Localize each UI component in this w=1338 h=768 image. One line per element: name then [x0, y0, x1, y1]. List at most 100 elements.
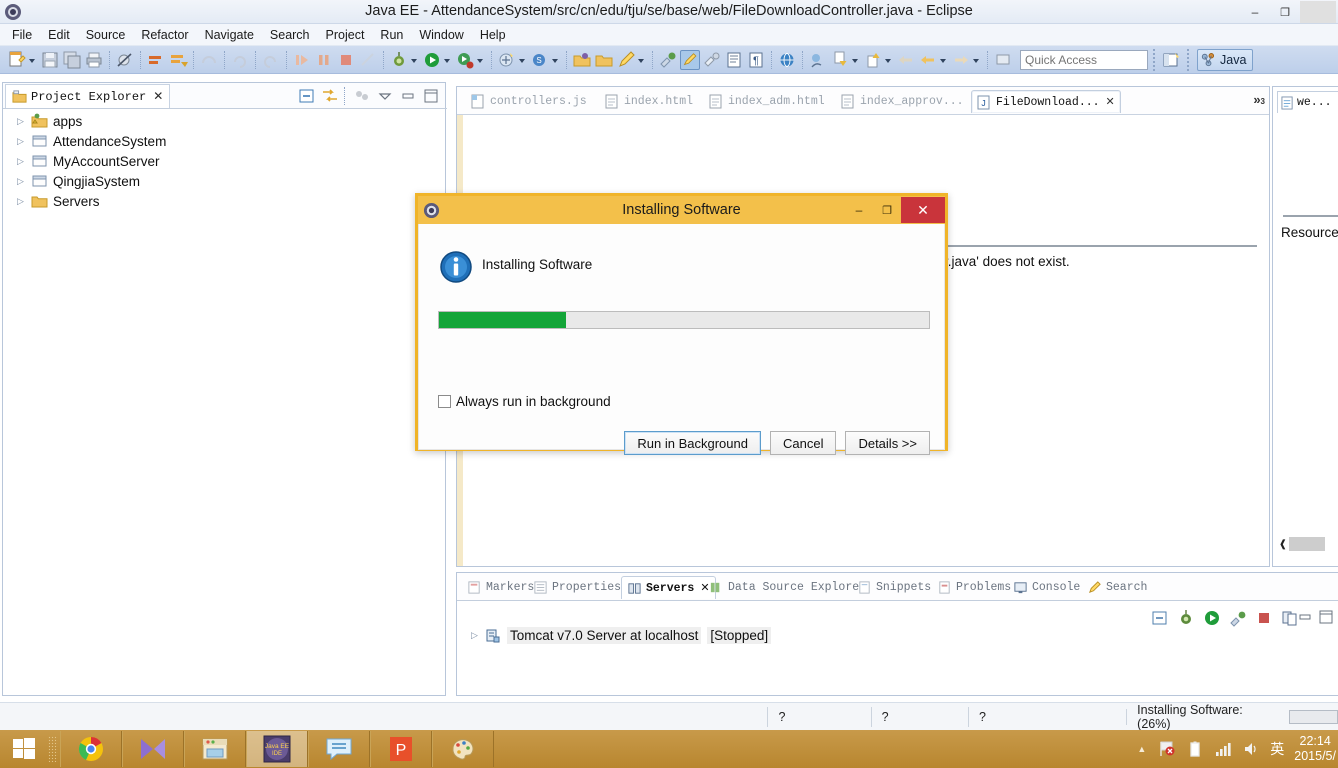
editor-tab-index-html[interactable]: index.html — [605, 90, 693, 113]
menu-item-edit[interactable]: Edit — [40, 26, 78, 44]
new-wizard-dropdown-icon[interactable] — [28, 50, 37, 70]
volume-icon[interactable] — [1240, 738, 1262, 760]
forward-dropdown-icon[interactable] — [972, 50, 981, 70]
back-icon[interactable] — [896, 50, 916, 70]
chevron-right-icon[interactable]: ▷ — [471, 630, 485, 641]
editor-tab-filedownloadcontroller-java[interactable]: J FileDownload... ✕ — [971, 90, 1121, 113]
link-with-editor-icon[interactable] — [320, 86, 340, 105]
step-over-icon[interactable] — [199, 50, 219, 70]
new-wizard-icon[interactable] — [7, 50, 27, 70]
next-edit-icon[interactable] — [863, 50, 883, 70]
taskbar-chrome-icon[interactable] — [60, 731, 122, 767]
new-class-icon[interactable]: S — [530, 50, 550, 70]
profile-server-icon[interactable] — [1228, 609, 1248, 627]
tab-markers[interactable]: Markers — [467, 576, 534, 599]
chevron-right-icon[interactable]: ▷ — [17, 116, 31, 127]
windows-start-icon[interactable] — [0, 730, 48, 768]
collapse-all-icon[interactable] — [1150, 609, 1170, 627]
disconnect-icon[interactable] — [358, 50, 378, 70]
security-flag-icon[interactable] — [1156, 738, 1178, 760]
open-web-browser-icon[interactable] — [777, 50, 797, 70]
checkbox[interactable] — [438, 395, 451, 408]
battery-icon[interactable] — [1184, 738, 1206, 760]
resume-icon[interactable] — [292, 50, 312, 70]
show-source-icon[interactable] — [724, 50, 744, 70]
new-java-project-icon[interactable] — [497, 50, 517, 70]
tree-item-qingjiasystem[interactable]: ▷ QingjiaSystem — [3, 171, 445, 191]
tree-item-attendancesystem[interactable]: ▷ AttendanceSystem — [3, 131, 445, 151]
menu-item-navigate[interactable]: Navigate — [197, 26, 262, 44]
print-icon[interactable] — [84, 50, 104, 70]
tree-item-myaccountserver[interactable]: ▷ MyAccountServer — [3, 151, 445, 171]
scroll-left-icon[interactable]: ❰ — [1277, 539, 1289, 550]
close-icon[interactable]: ✕ — [1106, 95, 1115, 109]
run-as-server-dropdown-icon[interactable] — [476, 50, 485, 70]
previous-edit-dropdown-icon[interactable] — [851, 50, 860, 70]
dialog-minimize-button[interactable]: – — [845, 196, 873, 224]
tab-data-source-explorer[interactable]: Data Source Explorer — [709, 576, 866, 599]
taskbar-grip[interactable] — [48, 736, 58, 762]
debug-dropdown-icon[interactable] — [410, 50, 419, 70]
horizontal-scrollbar[interactable]: ❰ — [1277, 536, 1337, 552]
chevron-right-icon[interactable]: ▷ — [17, 196, 31, 207]
taskbar-eclipse-javaee-icon[interactable]: Java EE IDE — [246, 731, 308, 767]
menu-item-search[interactable]: Search — [262, 26, 318, 44]
debug-server-icon[interactable] — [1176, 609, 1196, 627]
details-button[interactable]: Details >> — [845, 431, 930, 455]
taskbar-media-player-icon[interactable] — [122, 731, 184, 767]
search-dropdown-icon[interactable] — [637, 50, 646, 70]
window-close-button[interactable] — [1300, 1, 1336, 23]
search-icon[interactable] — [616, 50, 636, 70]
tab-snippets[interactable]: Snippets — [857, 576, 931, 599]
quick-access-input[interactable] — [1020, 49, 1148, 70]
menu-item-window[interactable]: Window — [411, 26, 471, 44]
open-type-icon[interactable] — [572, 50, 592, 70]
taskbar-paint-icon[interactable] — [432, 731, 494, 767]
status-progress-bar[interactable] — [1288, 709, 1338, 724]
network-icon[interactable] — [1212, 738, 1234, 760]
editor-tab-overflow-button[interactable]: »3 — [1253, 92, 1265, 107]
menu-item-file[interactable]: File — [4, 26, 40, 44]
pin-editor-icon[interactable] — [993, 50, 1013, 70]
run-as-server-icon[interactable] — [455, 50, 475, 70]
tab-project-explorer[interactable]: Project Explorer ✕ — [5, 84, 171, 108]
link-with-editor-icon[interactable] — [658, 50, 678, 70]
start-server-icon[interactable] — [1202, 609, 1222, 627]
editor-tab-controllers-js[interactable]: controllers.js — [471, 90, 587, 113]
stop-server-icon[interactable] — [1254, 609, 1274, 627]
new-class-dropdown-icon[interactable] — [551, 50, 560, 70]
minimize-icon[interactable] — [398, 86, 418, 105]
taskbar-wps-presentation-icon[interactable]: P — [370, 731, 432, 767]
undo-icon[interactable] — [230, 50, 250, 70]
back-history-icon[interactable] — [918, 50, 938, 70]
tab-web-xml[interactable]: we... ✕ — [1277, 91, 1338, 113]
suspend-icon[interactable] — [314, 50, 334, 70]
dialog-close-button[interactable]: ✕ — [901, 197, 945, 223]
pilcrow-icon[interactable]: ¶ — [746, 50, 766, 70]
view-menu-icon[interactable] — [375, 86, 395, 105]
menu-item-source[interactable]: Source — [78, 26, 134, 44]
show-whitespace-icon[interactable] — [680, 49, 700, 70]
taskbar-file-explorer-icon[interactable] — [184, 731, 246, 767]
tab-servers[interactable]: Servers ✕ — [621, 576, 716, 599]
chevron-right-icon[interactable]: ▷ — [17, 156, 31, 167]
back-dropdown-icon[interactable] — [939, 50, 948, 70]
taskbar-notes-icon[interactable] — [308, 731, 370, 767]
debug-icon[interactable] — [389, 50, 409, 70]
forward-icon[interactable] — [951, 50, 971, 70]
run-dropdown-icon[interactable] — [443, 50, 452, 70]
cancel-button[interactable]: Cancel — [769, 431, 837, 455]
menu-item-project[interactable]: Project — [318, 26, 373, 44]
chevron-right-icon[interactable]: ▷ — [17, 176, 31, 187]
collapse-all-icon[interactable] — [297, 86, 317, 105]
save-icon[interactable] — [40, 50, 60, 70]
editor-tab-index-approv-html[interactable]: index_approv... — [841, 90, 964, 113]
focus-on-active-task-icon[interactable] — [352, 86, 372, 105]
next-annotation-icon[interactable] — [168, 50, 188, 70]
always-run-in-background-checkbox-row[interactable]: Always run in background — [438, 394, 611, 409]
status-progress-label[interactable]: Installing Software: (26%) — [1127, 703, 1277, 731]
tab-console[interactable]: Console — [1013, 576, 1080, 599]
close-icon[interactable]: ✕ — [153, 89, 163, 104]
minimize-icon[interactable] — [1297, 609, 1313, 625]
menu-item-help[interactable]: Help — [472, 26, 514, 44]
